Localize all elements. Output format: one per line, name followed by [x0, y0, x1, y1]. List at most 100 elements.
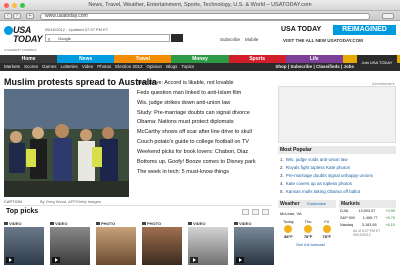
thumbnail: [96, 227, 136, 265]
play-icon: [52, 257, 60, 263]
list-item[interactable]: McCarthy shows off scar after line drive…: [137, 128, 275, 138]
subnav-election[interactable]: Election 2012: [115, 63, 142, 71]
join-button[interactable]: Join USA TODAY: [357, 55, 397, 71]
subscribe-link[interactable]: Subscribe: [220, 37, 240, 42]
ad-slot[interactable]: [278, 86, 396, 143]
thumbnail: [188, 227, 228, 265]
top-story-photo[interactable]: [4, 89, 129, 197]
title-bar: News, Travel, Weather, Entertainment, Sp…: [0, 0, 400, 11]
back-button[interactable]: ‹: [4, 13, 12, 19]
top-picks-carousel: VIDEO VIDEO PHOTO PHOTO VIDEO VIDEO: [4, 221, 274, 265]
logo-text: USA TODAY: [13, 25, 43, 44]
google-icon: g: [48, 36, 51, 41]
list-item[interactable]: Bottoms up, Goofy! Booze comes to Disney…: [137, 158, 275, 168]
top-pick-item[interactable]: PHOTO: [96, 221, 136, 265]
share-button[interactable]: +: [26, 13, 34, 19]
subnav-blogs[interactable]: Blogs: [166, 63, 177, 71]
section-tab-life[interactable]: Life: [285, 55, 343, 63]
search-input[interactable]: g Google: [45, 34, 170, 42]
list-item[interactable]: Test Drive: Accord is likable, not lovab…: [137, 79, 275, 89]
subnav-photos[interactable]: Photos: [97, 63, 111, 71]
sun-icon: [304, 225, 313, 233]
most-popular-title: Most Popular: [278, 146, 396, 154]
subnav-topics[interactable]: Topics: [181, 63, 194, 71]
full-forecast-link[interactable]: See full forecast: [278, 242, 336, 247]
list-item[interactable]: Feds question man linked to anti-Islam f…: [137, 89, 275, 99]
masthead-links: Subscribe Mobile: [220, 37, 258, 42]
subnav-scores[interactable]: Scores: [24, 63, 38, 71]
top-pick-item[interactable]: VIDEO: [188, 221, 228, 265]
subnav-shop[interactable]: Shop: [275, 64, 286, 69]
window-title: News, Travel, Weather, Entertainment, Sp…: [88, 2, 312, 8]
sub-nav: Markets Scores Games Lotteries Video Pho…: [0, 63, 400, 71]
headline-list: Test Drive: Accord is likable, not lovab…: [137, 79, 275, 177]
next-arrow-icon[interactable]: [252, 209, 259, 215]
forward-button[interactable]: ›: [13, 13, 21, 19]
reader-button[interactable]: [382, 13, 394, 19]
browser-toolbar: ‹ › + www.usatoday.com: [0, 11, 400, 21]
address-bar[interactable]: www.usatoday.com: [40, 12, 370, 20]
promo-badge: REIMAGINED: [333, 25, 396, 35]
list-item[interactable]: 2. Royals fight topless Kate photos: [280, 164, 396, 172]
market-row[interactable]: S&P 500 1,465.77 +5.70: [339, 215, 396, 222]
web-page: USA TODAY A GANNETT COMPANY 05/16/2012 -…: [0, 22, 400, 267]
sun-icon: [322, 225, 331, 233]
list-item[interactable]: 3. Pre-marriage doubts signal unhappy uni…: [280, 172, 396, 180]
browser-window: News, Travel, Weather, Entertainment, Sp…: [0, 0, 400, 267]
weather-widget: Weather Customize McLean, VA Today 88°F …: [278, 200, 336, 260]
search-button[interactable]: [171, 34, 183, 42]
markets-updated: As of 5:07 PM ET 09/13/2012: [353, 229, 381, 237]
section-tab-travel[interactable]: Travel: [114, 55, 172, 63]
grid-view-icon[interactable]: [262, 209, 269, 215]
list-item[interactable]: Obama: Nations must protect diplomats: [137, 118, 275, 128]
subnav-games[interactable]: Games: [42, 63, 57, 71]
subnav-classifieds[interactable]: Classifieds: [316, 64, 340, 69]
weather-header: Weather Customize: [278, 200, 336, 208]
top-pick-item[interactable]: VIDEO: [50, 221, 90, 265]
list-item[interactable]: Couch potato's guide to college football…: [137, 138, 275, 148]
top-pick-item[interactable]: PHOTO: [142, 221, 182, 265]
promo-subtitle: VISIT THE ALL NEW USATODAY.COM: [283, 38, 363, 43]
thumbnail: [234, 227, 274, 265]
protest-photo-icon: [4, 89, 129, 197]
section-tab-sports[interactable]: Sports: [228, 55, 286, 63]
masthead: USA TODAY A GANNETT COMPANY 05/16/2012 -…: [0, 22, 400, 56]
top-pick-item[interactable]: VIDEO: [234, 221, 274, 265]
list-item[interactable]: 1. Wis. judge voids anti-union law: [280, 156, 396, 164]
top-pick-item[interactable]: VIDEO: [4, 221, 44, 265]
sub-nav-items: Markets Scores Games Lotteries Video Pho…: [4, 63, 194, 71]
reimagined-promo[interactable]: USA TODAY REIMAGINED VISIT THE ALL NEW U…: [281, 24, 396, 52]
forecast-day: Thu 78°F: [303, 219, 313, 239]
list-item[interactable]: 5. Kansas mulls taking Obama off ballot: [280, 188, 396, 196]
play-icon: [190, 257, 198, 263]
forecast-day: Today 88°F: [283, 219, 294, 239]
photo-icon: [142, 222, 146, 225]
mobile-link[interactable]: Mobile: [245, 37, 258, 42]
caption-toggle[interactable]: CAPTION: [4, 199, 22, 204]
subnav-jobs[interactable]: Jobs: [343, 64, 354, 69]
section-tab-news[interactable]: News: [57, 55, 115, 63]
section-tab-home[interactable]: Home: [0, 55, 58, 63]
list-item[interactable]: 4. Kate covers up as topless photos: [280, 180, 396, 188]
logo-dot-icon: [4, 26, 13, 35]
section-tab-money[interactable]: Money: [171, 55, 229, 63]
subnav-subscribe[interactable]: Subscribe: [290, 64, 312, 69]
forecast-days: Today 88°F Thu 78°F Fri 78°F: [278, 219, 336, 239]
subnav-opinion[interactable]: Opinion: [147, 63, 163, 71]
play-icon: [6, 257, 14, 263]
prev-arrow-icon[interactable]: [242, 209, 249, 215]
list-item[interactable]: The week in tech: 5 must-know things: [137, 168, 275, 178]
list-item[interactable]: Wis. judge strikes down anti-union law: [137, 99, 275, 109]
subnav-lotteries[interactable]: Lotteries: [61, 63, 78, 71]
subnav-markets[interactable]: Markets: [4, 63, 20, 71]
subnav-video[interactable]: Video: [82, 63, 93, 71]
list-item[interactable]: Study: Pre-marriage doubts can signal di…: [137, 109, 275, 119]
usatoday-logo[interactable]: USA TODAY A GANNETT COMPANY: [4, 25, 43, 53]
market-row[interactable]: Nasdaq 3,183.95 +6.10: [339, 222, 396, 229]
list-item[interactable]: Weekend picks for book lovers: Chabon, D…: [137, 148, 275, 158]
video-icon: [4, 222, 8, 225]
market-row[interactable]: DJIA 13,593.37 +9.99: [339, 208, 396, 215]
weather-title: Weather: [280, 201, 300, 207]
customize-link[interactable]: Customize: [307, 201, 326, 206]
top-story-headline[interactable]: Muslim protests spread to Australia: [4, 77, 157, 87]
